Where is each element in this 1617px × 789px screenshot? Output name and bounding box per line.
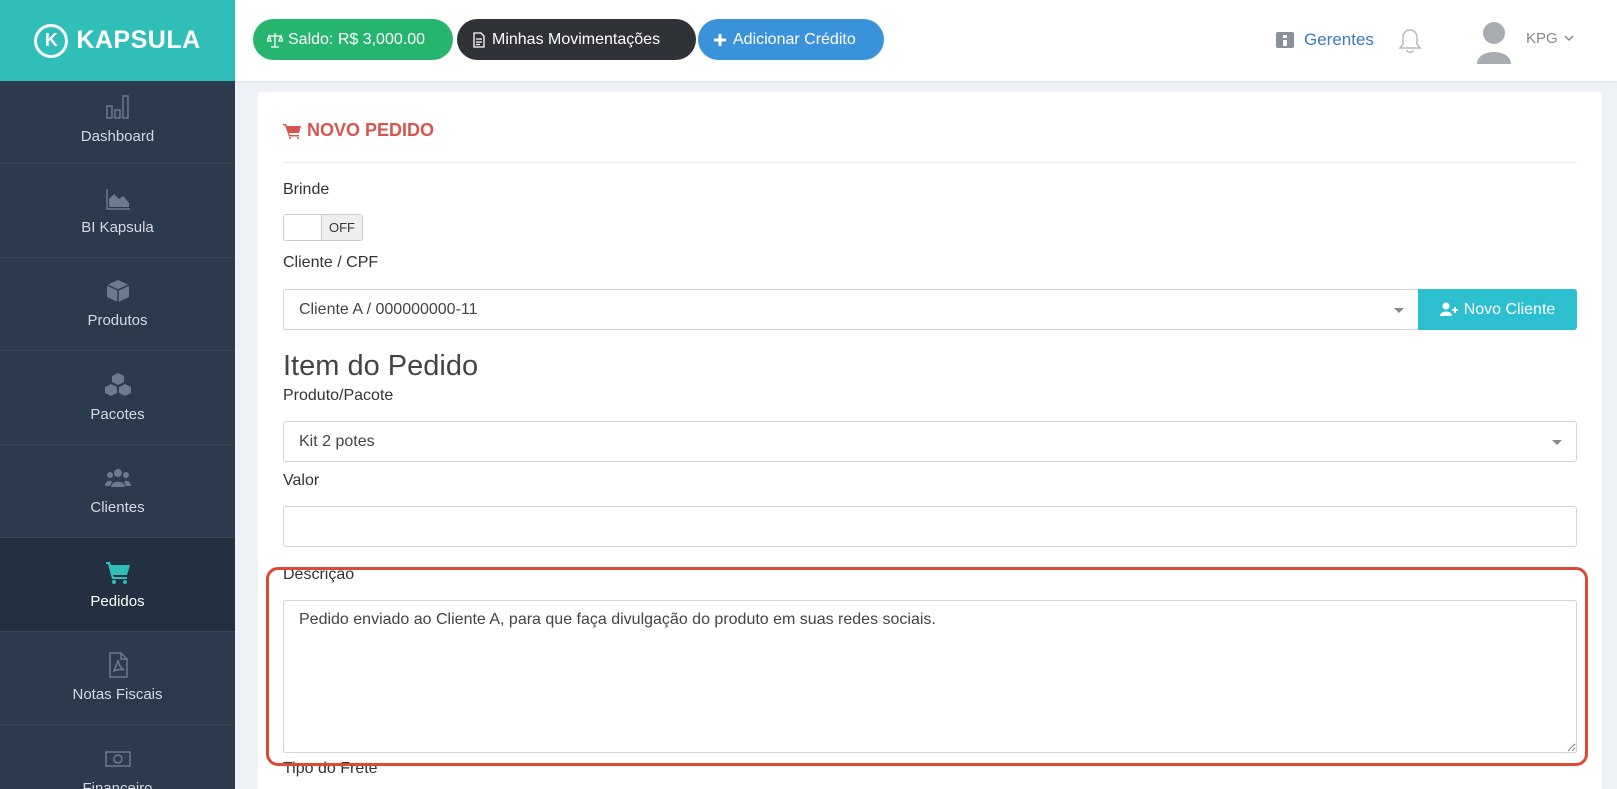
cart-icon xyxy=(283,123,301,139)
user-plus-icon xyxy=(1439,302,1458,316)
cart-icon xyxy=(105,561,130,584)
bell-icon[interactable] xyxy=(1398,28,1422,54)
descricao-label: Descrição xyxy=(283,566,355,583)
title-divider xyxy=(283,162,1577,163)
sidebar-item-label: Dashboard xyxy=(80,128,155,145)
sidebar-item-label: Produtos xyxy=(87,312,148,330)
sidebar-item-label: Financeiro xyxy=(82,779,153,789)
pdf-file-icon xyxy=(108,652,128,678)
page-title: NOVO PEDIDO xyxy=(283,120,434,141)
sidebar-item-financeiro[interactable]: Financeiro xyxy=(0,725,235,789)
bar-chart-icon xyxy=(105,95,129,119)
item-do-pedido-heading: Item do Pedido xyxy=(283,350,479,382)
novo-cliente-label: Novo Cliente xyxy=(1463,300,1556,318)
brand-logo[interactable]: K KAPSULA xyxy=(0,0,235,81)
id-badge-icon xyxy=(1276,32,1294,48)
brand-name: KAPSULA xyxy=(76,26,201,54)
brinde-label: Brinde xyxy=(283,181,330,198)
user-name-label: KPG xyxy=(1526,30,1558,47)
sidebar-item-pacotes[interactable]: Pacotes xyxy=(0,351,235,445)
tipo-frete-label: Tipo do Frete xyxy=(283,760,378,777)
cliente-label: Cliente / CPF xyxy=(283,254,379,271)
descricao-textarea[interactable]: Pedido enviado ao Cliente A, para que fa… xyxy=(283,600,1577,753)
sidebar-item-dashboard[interactable]: Dashboard xyxy=(0,81,235,164)
adicionar-label: Adicionar Crédito xyxy=(733,30,856,48)
gerentes-label: Gerentes xyxy=(1304,30,1374,49)
user-menu[interactable]: KPG xyxy=(1526,30,1574,47)
saldo-button[interactable]: Saldo: R$ 3,000.00 xyxy=(253,19,453,60)
top-bar: Saldo: R$ 3,000.00 Minhas Movimentações … xyxy=(235,0,1617,81)
novo-pedido-card: NOVO PEDIDO Brinde OFF Cliente / CPF Cli… xyxy=(258,92,1602,789)
produto-select[interactable]: Kit 2 potes xyxy=(283,421,1577,462)
chevron-down-icon xyxy=(1564,35,1574,42)
area-chart-icon xyxy=(105,188,130,210)
sidebar-item-notas-fiscais[interactable]: Notas Fiscais xyxy=(0,632,235,725)
sidebar-item-label: Pacotes xyxy=(90,405,145,423)
sidebar: K KAPSULA Dashboard BI Kapsula Produtos … xyxy=(0,0,235,789)
sidebar-item-label: Clientes xyxy=(90,499,145,517)
movimentacoes-label: Minhas Movimentações xyxy=(492,30,661,48)
valor-input[interactable] xyxy=(283,506,1577,547)
cube-icon xyxy=(106,280,129,303)
caret-down-icon xyxy=(1394,307,1404,313)
cliente-select[interactable]: Cliente A / 000000000-11 xyxy=(283,289,1419,330)
produto-select-value: Kit 2 potes xyxy=(299,432,375,450)
page-title-text: NOVO PEDIDO xyxy=(307,120,435,140)
sidebar-item-label: Pedidos xyxy=(90,592,145,610)
gerentes-link[interactable]: Gerentes xyxy=(1275,30,1374,50)
users-icon xyxy=(104,469,131,488)
valor-label: Valor xyxy=(283,472,320,489)
minhas-movimentacoes-button[interactable]: Minhas Movimentações xyxy=(457,19,696,60)
document-icon xyxy=(473,31,485,48)
sidebar-item-produtos[interactable]: Produtos xyxy=(0,258,235,351)
cubes-icon xyxy=(104,372,131,396)
adicionar-credito-button[interactable]: Adicionar Crédito xyxy=(698,19,884,60)
toggle-knob xyxy=(284,215,322,240)
plus-icon xyxy=(714,33,726,46)
logo-badge-icon: K xyxy=(34,23,69,58)
avatar[interactable] xyxy=(1475,20,1513,64)
sidebar-item-pedidos[interactable]: Pedidos xyxy=(0,538,235,632)
sidebar-item-label: Notas Fiscais xyxy=(72,686,163,704)
caret-down-icon xyxy=(1552,439,1562,445)
sidebar-item-clientes[interactable]: Clientes xyxy=(0,445,235,538)
produto-label: Produto/Pacote xyxy=(283,387,394,404)
sidebar-item-label: BI Kapsula xyxy=(81,218,154,236)
sidebar-item-bi-kapsula[interactable]: BI Kapsula xyxy=(0,164,235,258)
balance-scale-icon xyxy=(267,32,283,48)
novo-cliente-button[interactable]: Novo Cliente xyxy=(1418,289,1577,330)
saldo-label: Saldo: R$ 3,000.00 xyxy=(288,30,425,48)
money-icon xyxy=(104,751,131,767)
cliente-select-value: Cliente A / 000000000-11 xyxy=(299,300,478,318)
toggle-state-label: OFF xyxy=(322,215,362,240)
brinde-toggle[interactable]: OFF xyxy=(283,214,363,241)
